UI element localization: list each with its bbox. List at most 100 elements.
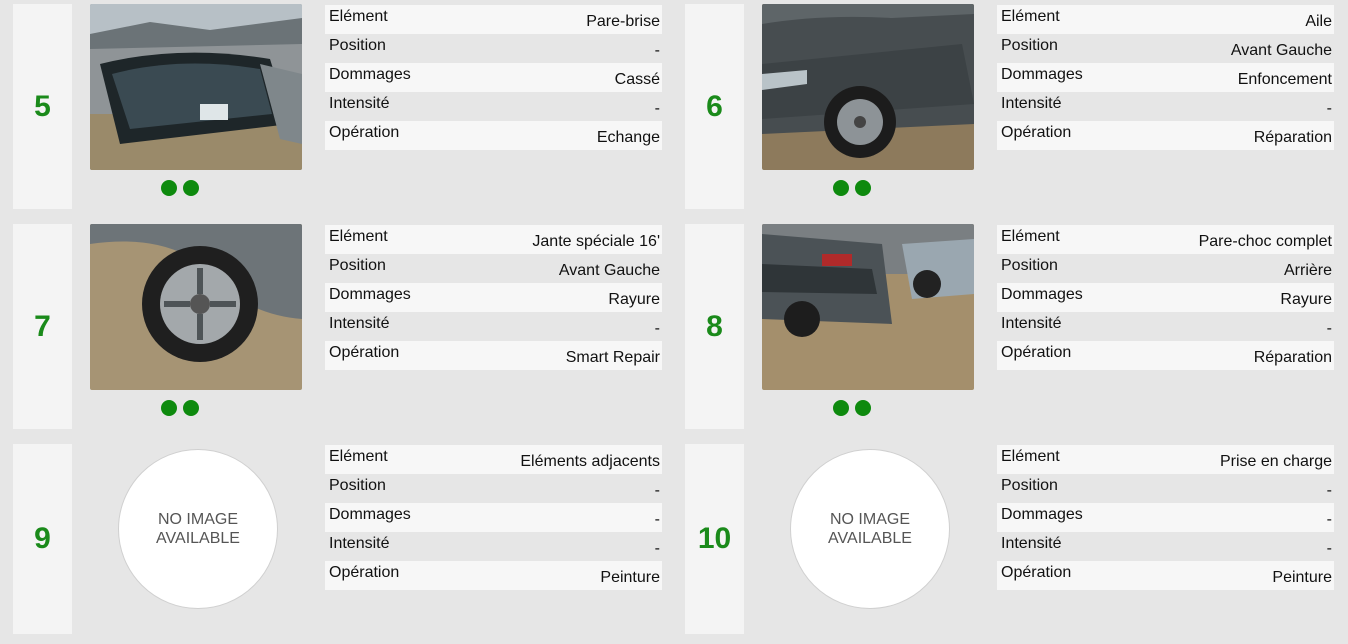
thumbnail-dot[interactable] — [833, 180, 849, 196]
value-position: Arrière — [1283, 262, 1332, 279]
row-element: Elément Eléments adjacents — [325, 445, 662, 474]
value-operation: Réparation — [1253, 129, 1332, 146]
label-position: Position — [1001, 477, 1058, 494]
windshield-photo[interactable] — [90, 4, 302, 170]
value-operation: Smart Repair — [565, 349, 660, 366]
row-intensite: Intensité - — [325, 92, 662, 121]
label-element: Elément — [329, 228, 388, 245]
front-wing-photo[interactable] — [762, 4, 974, 170]
value-operation: Réparation — [1253, 349, 1332, 366]
value-intensite: - — [654, 540, 660, 557]
row-element: Elément Aile — [997, 5, 1334, 34]
value-dommages: Rayure — [608, 291, 660, 308]
label-operation: Opération — [1001, 124, 1072, 141]
thumbnail-dot[interactable] — [183, 180, 199, 196]
damage-card-10: 10 NO IMAGE AVAILABLE Elément Prise en ch… — [685, 444, 1334, 634]
label-element: Elément — [329, 8, 388, 25]
no-image-text: AVAILABLE — [156, 530, 240, 547]
row-dommages: Dommages Rayure — [997, 283, 1334, 312]
row-position: Position Arrière — [997, 254, 1334, 283]
label-element: Elément — [1001, 448, 1060, 465]
label-element: Elément — [1001, 228, 1060, 245]
label-dommages: Dommages — [1001, 66, 1083, 83]
row-operation: Opération Echange — [325, 121, 662, 150]
card-number: 6 — [706, 89, 723, 123]
thumbnail-dot[interactable] — [161, 180, 177, 196]
no-image-text: NO IMAGE — [829, 511, 910, 528]
no-image-placeholder: NO IMAGE AVAILABLE — [790, 449, 950, 609]
card-number-column: 5 — [13, 4, 72, 209]
value-dommages: Cassé — [614, 71, 660, 88]
row-element: Elément Prise en charge — [997, 445, 1334, 474]
row-position: Position Avant Gauche — [325, 254, 662, 283]
row-operation: Opération Réparation — [997, 121, 1334, 150]
value-position: - — [654, 42, 660, 59]
value-operation: Peinture — [1272, 569, 1332, 586]
value-operation: Echange — [596, 129, 660, 146]
value-intensite: - — [1326, 540, 1332, 557]
label-intensite: Intensité — [1001, 95, 1062, 112]
damage-card-7: 7 Elément Jante spéciale 16' Position Avan… — [13, 224, 662, 429]
value-element: Jante spéciale 16' — [532, 233, 660, 250]
damage-card-6: 6 Elément Aile Position Avant Gauche Domma… — [685, 4, 1334, 209]
row-intensite: Intensité - — [997, 312, 1334, 341]
value-operation: Peinture — [600, 569, 660, 586]
value-element: Prise en charge — [1219, 453, 1332, 470]
thumbnail-dot[interactable] — [855, 180, 871, 196]
details-table: Elément Aile Position Avant Gauche Dommage… — [997, 5, 1334, 150]
thumbnail-dot[interactable] — [183, 400, 199, 416]
label-operation: Opération — [329, 564, 400, 581]
thumbnail-dots — [833, 400, 871, 416]
no-image-text: NO IMAGE — [157, 511, 238, 528]
value-position: - — [654, 482, 660, 499]
card-number-column: 7 — [13, 224, 72, 429]
wheel-rim-photo[interactable] — [90, 224, 302, 390]
row-element: Elément Pare-choc complet — [997, 225, 1334, 254]
card-number-column: 8 — [685, 224, 744, 429]
card-number-column: 10 — [685, 444, 744, 634]
row-operation: Opération Smart Repair — [325, 341, 662, 370]
card-number: 10 — [697, 522, 732, 555]
label-dommages: Dommages — [329, 286, 411, 303]
row-operation: Opération Peinture — [997, 561, 1334, 590]
damage-card-9: 9 NO IMAGE AVAILABLE Elément Eléments adj… — [13, 444, 662, 634]
row-intensite: Intensité - — [997, 92, 1334, 121]
value-position: Avant Gauche — [1230, 42, 1332, 59]
card-number: 9 — [34, 522, 51, 555]
value-intensite: - — [654, 100, 660, 117]
label-operation: Opération — [1001, 344, 1072, 361]
details-table: Elément Eléments adjacents Position - Domm… — [325, 445, 662, 590]
thumbnail-dot[interactable] — [833, 400, 849, 416]
label-position: Position — [329, 37, 386, 54]
details-table: Elément Prise en charge Position - Dommage… — [997, 445, 1334, 590]
details-table: Elément Jante spéciale 16' Position Avant … — [325, 225, 662, 370]
thumbnail-dot[interactable] — [161, 400, 177, 416]
label-position: Position — [1001, 37, 1058, 54]
thumbnail-dots — [161, 180, 199, 196]
row-dommages: Dommages Rayure — [325, 283, 662, 312]
label-element: Elément — [329, 448, 388, 465]
label-position: Position — [1001, 257, 1058, 274]
row-position: Position - — [325, 474, 662, 503]
details-table: Elément Pare-choc complet Position Arrière… — [997, 225, 1334, 370]
label-dommages: Dommages — [329, 66, 411, 83]
row-position: Position Avant Gauche — [997, 34, 1334, 63]
card-number: 7 — [34, 309, 51, 343]
value-element: Aile — [1305, 13, 1332, 30]
row-dommages: Dommages Enfoncement — [997, 63, 1334, 92]
value-element: Pare-brise — [586, 13, 660, 30]
row-element: Elément Pare-brise — [325, 5, 662, 34]
row-intensite: Intensité - — [997, 532, 1334, 561]
thumbnail-dot[interactable] — [855, 400, 871, 416]
value-element: Eléments adjacents — [520, 453, 660, 470]
row-operation: Opération Réparation — [997, 341, 1334, 370]
rear-bumper-photo[interactable] — [762, 224, 974, 390]
label-position: Position — [329, 257, 386, 274]
value-dommages: - — [1326, 511, 1332, 528]
value-position: Avant Gauche — [558, 262, 660, 279]
value-intensite: - — [1326, 320, 1332, 337]
value-dommages: - — [654, 511, 660, 528]
row-element: Elément Jante spéciale 16' — [325, 225, 662, 254]
label-intensite: Intensité — [329, 315, 390, 332]
label-operation: Opération — [329, 344, 400, 361]
